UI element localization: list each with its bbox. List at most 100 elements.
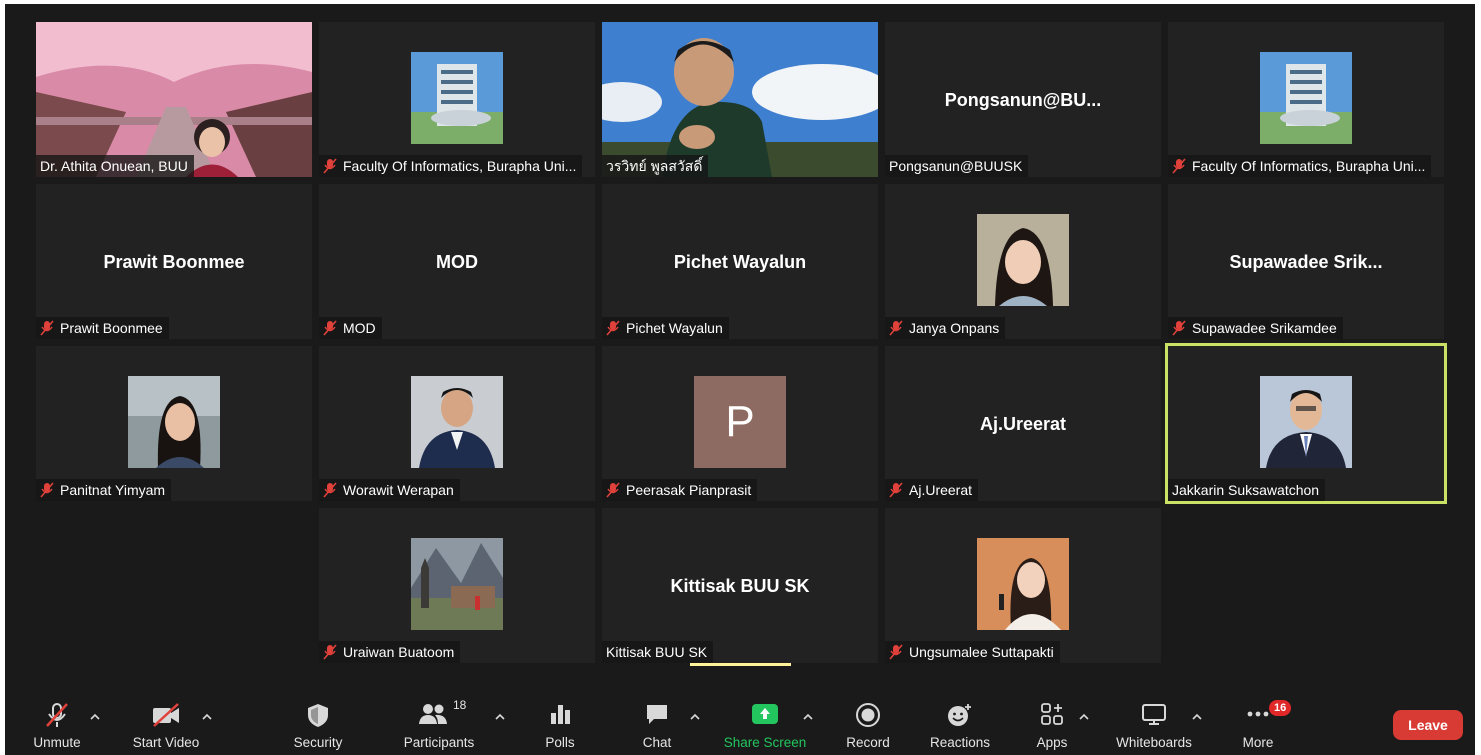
profile-photo [411, 538, 503, 630]
participant-label: Pongsanun@BUUSK [885, 155, 1029, 177]
participant-label: Prawit Boonmee [36, 317, 169, 339]
video-feed [602, 22, 878, 177]
profile-photo [977, 214, 1069, 306]
notification-badge: 16 [1269, 700, 1292, 716]
participants-button[interactable]: 18 Participants [401, 686, 477, 755]
participant-display-name: Kittisak BUU SK [670, 576, 810, 596]
whiteboards-options-caret[interactable] [1191, 710, 1203, 722]
video-tile[interactable]: Faculty Of Informatics, Burapha Uni... [319, 22, 595, 177]
apps-button[interactable]: Apps [1027, 686, 1077, 755]
participant-name: Kittisak BUU SK [606, 644, 708, 660]
participant-name: Faculty Of Informatics, Burapha Uni... [343, 158, 577, 174]
participant-name: Supawadee Srikamdee [1192, 320, 1337, 336]
video-tile[interactable]: Kittisak BUU SK Kittisak BUU SK [602, 508, 878, 663]
participants-count: 18 [453, 698, 467, 712]
muted-mic-icon [606, 482, 620, 498]
muted-mic-icon [40, 482, 54, 498]
muted-mic-icon [1172, 320, 1186, 336]
participant-label: Supawadee Srikamdee [1168, 317, 1343, 339]
record-icon [855, 702, 881, 731]
leave-button[interactable]: Leave [1393, 710, 1463, 740]
whiteboards-label: Whiteboards [1116, 735, 1192, 750]
participants-options-caret[interactable] [494, 710, 506, 722]
participant-label: Pichet Wayalun [602, 317, 729, 339]
audio-options-caret[interactable] [89, 710, 101, 722]
participant-name: Janya Onpans [909, 320, 1000, 336]
share-options-caret[interactable] [802, 710, 814, 722]
profile-photo [411, 376, 503, 468]
video-tile[interactable]: Aj.Ureerat Aj.Ureerat [885, 346, 1161, 501]
video-tile[interactable]: วรวิทย์ พูลสวัสดิ์ [602, 22, 878, 177]
participant-label: วรวิทย์ พูลสวัสดิ์ [602, 155, 709, 177]
more-button[interactable]: 16 More [1233, 686, 1292, 755]
muted-mic-icon [323, 158, 337, 174]
participants-icon [418, 702, 448, 729]
apps-options-caret[interactable] [1078, 710, 1090, 722]
video-tile[interactable]: Worawit Werapan [319, 346, 595, 501]
building-image [1260, 52, 1352, 144]
participant-display-name: Supawadee Srik... [1229, 252, 1383, 272]
whiteboards-button[interactable]: Whiteboards [1109, 686, 1199, 755]
participant-name: Pichet Wayalun [626, 320, 723, 336]
security-button[interactable]: Security [285, 686, 351, 755]
video-tile[interactable]: Pongsanun@BU... Pongsanun@BUUSK [885, 22, 1161, 177]
muted-mic-icon [889, 320, 903, 336]
muted-mic-icon [44, 702, 70, 731]
participant-label: Ungsumalee Suttapakti [885, 641, 1060, 663]
video-tile[interactable]: Ungsumalee Suttapakti [885, 508, 1161, 663]
participant-name: Ungsumalee Suttapakti [909, 644, 1054, 660]
participant-label: Peerasak Pianprasit [602, 479, 758, 501]
participant-label: Dr. Athita Onuean, BUU [36, 155, 194, 177]
participant-label: Uraiwan Buatoom [319, 641, 461, 663]
muted-mic-icon [889, 482, 903, 498]
muted-mic-icon [323, 644, 337, 660]
apps-label: Apps [1036, 735, 1068, 750]
polls-button[interactable]: Polls [535, 686, 585, 755]
reactions-button[interactable]: Reactions [923, 686, 997, 755]
participant-label: Panitnat Yimyam [36, 479, 172, 501]
whiteboard-icon [1140, 702, 1168, 729]
participant-name: Jakkarin Suksawatchon [1172, 482, 1320, 498]
participant-name: Faculty Of Informatics, Burapha Uni... [1192, 158, 1426, 174]
emoji-plus-icon [946, 702, 974, 731]
video-tile[interactable]: MOD MOD [319, 184, 595, 339]
video-tile[interactable]: Prawit Boonmee Prawit Boonmee [36, 184, 312, 339]
participant-name: Pongsanun@BUUSK [889, 158, 1023, 174]
participant-label: MOD [319, 317, 382, 339]
participant-label: Jakkarin Suksawatchon [1168, 479, 1326, 501]
participant-label: Faculty Of Informatics, Burapha Uni... [1168, 155, 1432, 177]
unmute-label: Unmute [33, 735, 81, 750]
start-video-label: Start Video [132, 735, 200, 750]
start-video-button[interactable]: Start Video [127, 686, 205, 755]
video-tile[interactable]: P Peerasak Pianprasit [602, 346, 878, 501]
participants-label: Participants [403, 735, 475, 750]
meeting-window: Dr. Athita Onuean, BUU Faculty Of Inform… [5, 4, 1475, 755]
muted-mic-icon [323, 320, 337, 336]
video-tile[interactable]: Dr. Athita Onuean, BUU [36, 22, 312, 177]
share-screen-label: Share Screen [723, 735, 807, 750]
video-tile[interactable]: Pichet Wayalun Pichet Wayalun [602, 184, 878, 339]
profile-photo [977, 538, 1069, 630]
video-tile[interactable]: Uraiwan Buatoom [319, 508, 595, 663]
record-button[interactable]: Record [837, 686, 899, 755]
muted-mic-icon [323, 482, 337, 498]
video-tile[interactable]: Janya Onpans [885, 184, 1161, 339]
participant-name: Dr. Athita Onuean, BUU [40, 158, 188, 174]
participant-label: Faculty Of Informatics, Burapha Uni... [319, 155, 583, 177]
share-screen-button[interactable]: Share Screen [717, 686, 813, 755]
participant-name: Uraiwan Buatoom [343, 644, 455, 660]
active-speaker-tile[interactable]: Jakkarin Suksawatchon [1165, 343, 1447, 504]
participant-label: Janya Onpans [885, 317, 1006, 339]
participant-name: Panitnat Yimyam [60, 482, 166, 498]
video-tile[interactable]: Faculty Of Informatics, Burapha Uni... [1168, 22, 1444, 177]
unmute-button[interactable]: Unmute [27, 686, 87, 755]
building-image [411, 52, 503, 144]
chat-button[interactable]: Chat [633, 686, 681, 755]
more-label: More [1242, 735, 1274, 750]
share-screen-icon [751, 702, 779, 729]
chat-options-caret[interactable] [689, 710, 701, 722]
video-options-caret[interactable] [201, 710, 213, 722]
video-tile[interactable]: Supawadee Srik... Supawadee Srikamdee [1168, 184, 1444, 339]
security-label: Security [293, 735, 343, 750]
video-tile[interactable]: Panitnat Yimyam [36, 346, 312, 501]
